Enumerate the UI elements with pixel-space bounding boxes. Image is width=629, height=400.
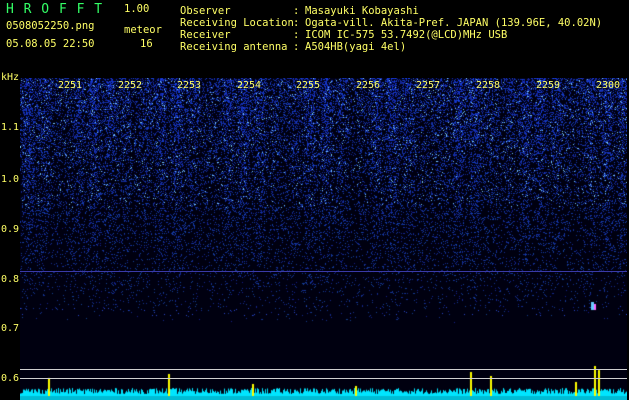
meteor-label: meteor: [124, 24, 162, 36]
time-tick: 2254: [237, 80, 262, 91]
file-datetime: 05.08.05 22:50: [6, 38, 95, 50]
freq-tick: 0.7: [1, 323, 20, 334]
spectrogram-canvas: [20, 78, 627, 400]
time-tick: 2257: [416, 80, 441, 91]
app-version: 1.00: [124, 3, 150, 15]
time-tick: 2255: [296, 80, 321, 91]
time-tick: 2253: [177, 80, 202, 91]
info-sep: :: [293, 41, 300, 53]
file-name: 0508052250.png: [6, 20, 95, 32]
app-title: H R O F F T: [6, 2, 104, 17]
time-tick: 2258: [476, 80, 501, 91]
time-tick: 2256: [356, 80, 381, 91]
time-tick: 2252: [118, 80, 143, 91]
freq-tick: 1.0: [1, 174, 20, 185]
reference-line: [20, 378, 627, 379]
freq-tick: 0.9: [1, 224, 20, 235]
time-tick: 2300: [596, 80, 621, 91]
freq-tick: 0.8: [1, 274, 20, 285]
freq-unit-label: kHz: [1, 72, 20, 83]
reference-line: [20, 271, 627, 272]
time-tick: 2251: [58, 80, 83, 91]
info-label-antenna: Receiving antenna: [180, 41, 288, 53]
meteor-count: 16: [140, 38, 153, 50]
freq-tick: 0.6: [1, 373, 20, 384]
time-tick: 2259: [536, 80, 561, 91]
reference-line: [20, 369, 627, 370]
freq-tick: 1.1: [1, 122, 20, 133]
info-value-antenna: A504HB(yagi 4el): [305, 41, 407, 53]
